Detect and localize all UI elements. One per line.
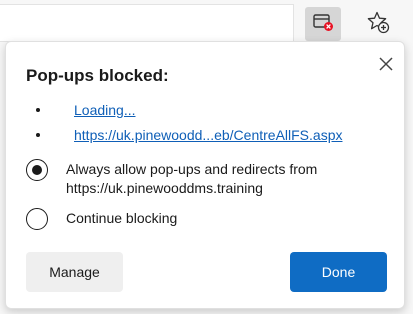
continue-blocking-option[interactable]: Continue blocking — [26, 208, 177, 230]
option-text-line2: https://uk.pinewooddms.training — [66, 180, 263, 196]
popup-blocked-icon — [312, 12, 334, 37]
always-allow-radio[interactable] — [26, 159, 48, 181]
address-bar[interactable] — [0, 4, 294, 42]
popups-blocked-flyout: Pop-ups blocked: Loading... https://uk.p… — [5, 41, 405, 309]
continue-blocking-radio[interactable] — [26, 208, 48, 230]
add-to-favorites-button[interactable] — [360, 7, 396, 41]
done-button[interactable]: Done — [290, 252, 387, 292]
manage-button[interactable]: Manage — [26, 252, 123, 292]
close-button[interactable] — [374, 54, 398, 78]
favorites-add-icon — [366, 10, 390, 39]
always-allow-option[interactable]: Always allow pop-ups and redirects from … — [26, 159, 317, 198]
radio-selected-dot — [32, 165, 42, 175]
flyout-title: Pop-ups blocked: — [26, 66, 169, 85]
always-allow-label: Always allow pop-ups and redirects from … — [66, 160, 317, 198]
close-icon — [378, 56, 394, 77]
continue-blocking-label: Continue blocking — [66, 210, 178, 226]
blocked-popup-item: Loading... — [36, 100, 136, 120]
bullet-icon — [36, 133, 40, 137]
blocked-popup-item: https://uk.pinewoodd...eb/CentreAllFS.as… — [36, 125, 342, 145]
blocked-popup-link[interactable]: https://uk.pinewoodd...eb/CentreAllFS.as… — [74, 127, 342, 143]
blocked-popup-link[interactable]: Loading... — [74, 102, 136, 118]
option-text-line1: Always allow pop-ups and redirects from — [66, 161, 318, 177]
browser-toolbar — [0, 0, 413, 46]
bullet-icon — [36, 108, 40, 112]
popup-blocked-button[interactable] — [305, 7, 341, 41]
